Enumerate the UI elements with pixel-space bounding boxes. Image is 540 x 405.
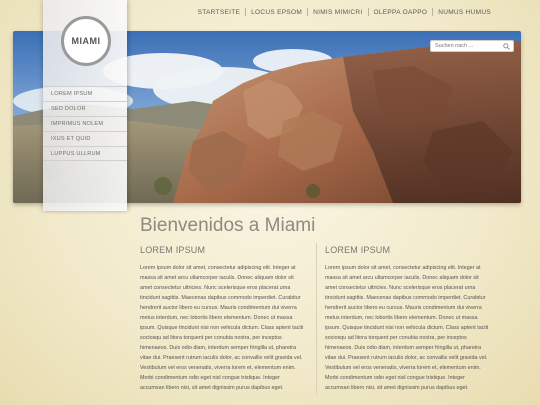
sidebar-item-sed-dolor[interactable]: SED DOLOR — [43, 101, 127, 116]
logo-text: MIAMI — [71, 36, 101, 46]
sidebar-panel: MIAMI LOREM IPSUM SED DOLOR IMPRIMUS NOL… — [43, 0, 127, 211]
content-column-left: LOREM IPSUM Lorem ipsum dolor sit amet, … — [140, 245, 305, 393]
column-text: Lorem ipsum dolor sit amet, consectetur … — [140, 265, 304, 391]
nav-item-startseite[interactable]: STARTSEITE — [193, 9, 246, 16]
content-column-right: LOREM IPSUM Lorem ipsum dolor sit amet, … — [325, 245, 490, 393]
page-title: Bienvenidos a Miami — [140, 215, 316, 236]
nav-item-locus-epsom[interactable]: LOCUS EPSOM — [246, 9, 307, 16]
nav-item-nimis-mimicri[interactable]: NIMIS MIMICRI — [308, 9, 367, 16]
column-heading: LOREM IPSUM — [325, 245, 391, 255]
search-input[interactable] — [435, 43, 501, 49]
logo[interactable]: MIAMI — [61, 16, 111, 66]
column-text: Lorem ipsum dolor sit amet, consectetur … — [325, 265, 489, 391]
nav-item-oleppa-oappo[interactable]: OLEPPA OAPPO — [369, 9, 433, 16]
search-box[interactable] — [430, 40, 514, 52]
sidebar-item-lorem-ipsum[interactable]: LOREM IPSUM — [43, 86, 127, 101]
search-icon[interactable] — [503, 43, 510, 50]
column-divider — [316, 243, 317, 395]
nav-item-numus-humus[interactable]: NUMUS HUMUS — [433, 9, 496, 16]
sidebar-item-imprimus-nolem[interactable]: IMPRIMUS NOLEM — [43, 116, 127, 131]
sidebar-item-ixus-et-quid[interactable]: IXUS ET QUID — [43, 131, 127, 146]
column-heading: LOREM IPSUM — [140, 245, 206, 255]
top-navigation: STARTSEITE LOCUS EPSOM NIMIS MIMICRI OLE… — [193, 8, 496, 16]
sidebar-menu: LOREM IPSUM SED DOLOR IMPRIMUS NOLEM IXU… — [43, 86, 127, 161]
sidebar-item-luppus-ullrum[interactable]: LUPPUS ULLRUM — [43, 146, 127, 161]
